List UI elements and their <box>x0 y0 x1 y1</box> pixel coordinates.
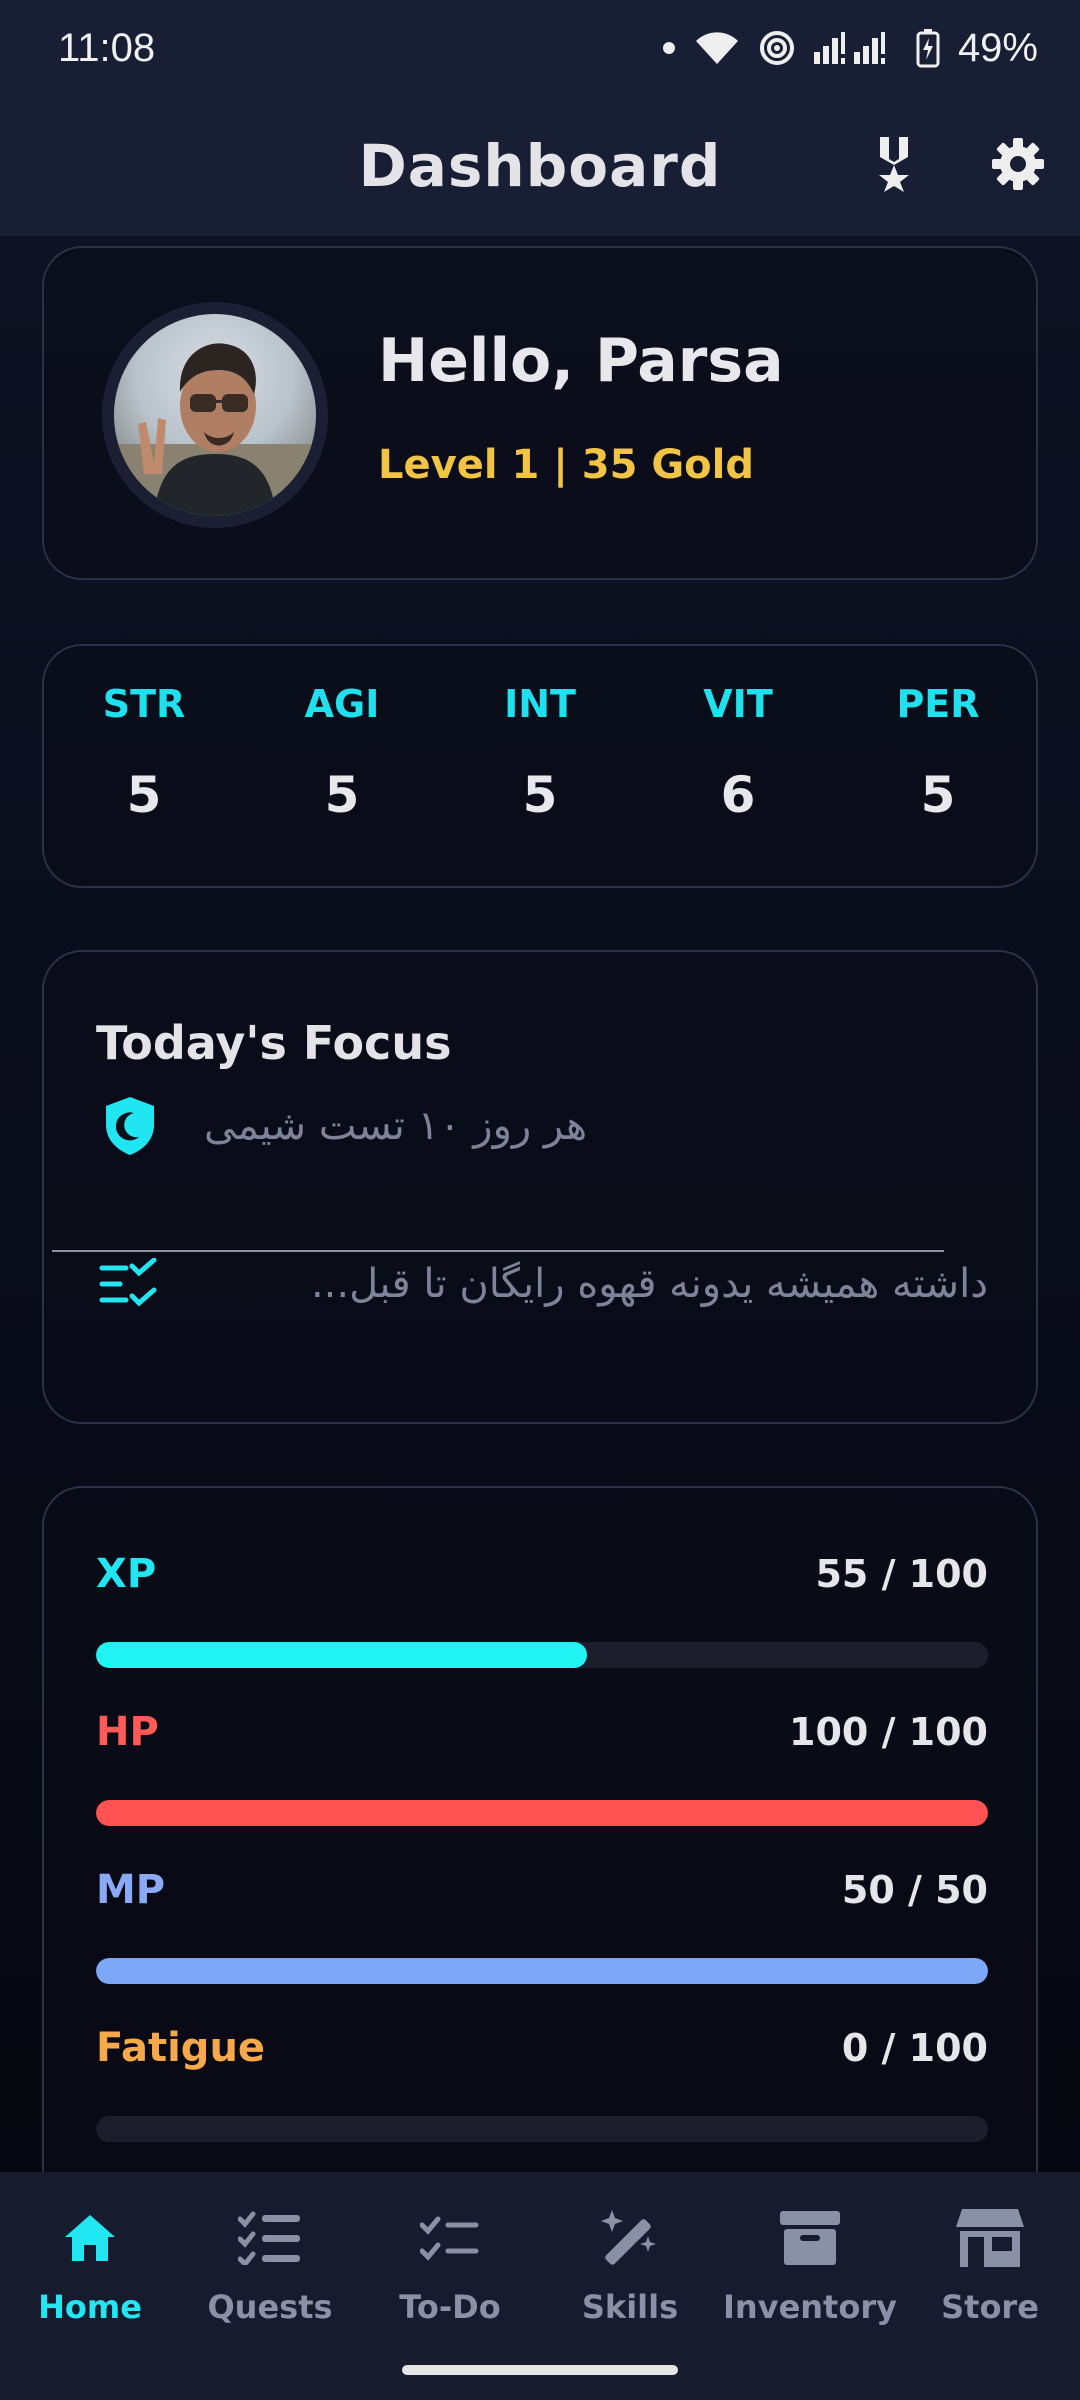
stat-value: 5 <box>920 766 956 824</box>
page-title: Dashboard <box>358 132 722 200</box>
mp-progress-bar <box>96 1958 988 1984</box>
stat-vit: VIT 6 <box>668 682 808 824</box>
checklist-icon <box>96 1250 164 1318</box>
nav-quests[interactable]: Quests <box>180 2198 360 2348</box>
notification-dot-icon <box>662 41 676 55</box>
xp-bar-group: XP 55 / 100 <box>96 1544 988 1668</box>
nav-store[interactable]: Store <box>900 2198 1080 2348</box>
bar-value: 55 / 100 <box>815 1552 988 1596</box>
vitals-card: XP 55 / 100 HP 100 / 100 MP 50 / 50 Fati… <box>42 1486 1038 2186</box>
nav-todo[interactable]: To-Do <box>360 2198 540 2348</box>
fatigue-bar-group: Fatigue 0 / 100 <box>96 2018 988 2142</box>
avatar-photo <box>114 314 316 516</box>
battery-icon <box>916 28 940 68</box>
home-indicator[interactable] <box>402 2365 678 2375</box>
stat-label: INT <box>504 682 576 726</box>
magic-wand-icon <box>590 2198 670 2278</box>
nav-inventory[interactable]: Inventory <box>720 2198 900 2348</box>
bar-fill <box>96 1642 587 1668</box>
todays-focus-card: Today's Focus هر روز ۱۰ تست شیمی داشته ه… <box>42 950 1038 1424</box>
quest-list-icon <box>230 2198 310 2278</box>
stat-str: STR 5 <box>74 682 214 824</box>
gear-icon <box>990 136 1046 196</box>
bar-value: 100 / 100 <box>789 1710 988 1754</box>
achievements-button[interactable] <box>858 130 930 202</box>
divider <box>52 1250 944 1252</box>
home-icon <box>50 2198 130 2278</box>
bar-value: 0 / 100 <box>841 2026 988 2070</box>
greeting-text: Hello, Parsa <box>378 326 784 396</box>
nav-label: Store <box>941 2288 1039 2326</box>
storefront-icon <box>950 2198 1030 2278</box>
stat-label: VIT <box>703 682 773 726</box>
battery-percent: 49% <box>957 25 1038 70</box>
mp-bar-group: MP 50 / 50 <box>96 1860 988 1984</box>
focus-item-text: داشته همیشه یدونه قهوه رایگان تا قبل... <box>310 1261 988 1307</box>
xp-progress-bar <box>96 1642 988 1668</box>
hp-bar-group: HP 100 / 100 <box>96 1702 988 1826</box>
todo-check-icon <box>410 2198 490 2278</box>
fatigue-progress-bar <box>96 2116 988 2142</box>
archive-box-icon <box>770 2198 850 2278</box>
focus-item-quest[interactable]: هر روز ۱۰ تست شیمی <box>96 1076 988 1176</box>
bar-label: XP <box>96 1551 157 1597</box>
nav-label: To-Do <box>399 2288 501 2326</box>
stat-label: AGI <box>304 682 380 726</box>
level-gold-text: Level 1 | 35 Gold <box>378 442 754 488</box>
stat-agi: AGI 5 <box>272 682 412 824</box>
avatar[interactable] <box>102 302 328 528</box>
medal-icon <box>874 135 914 197</box>
settings-button[interactable] <box>982 130 1054 202</box>
bar-fill <box>96 1800 988 1826</box>
hotspot-icon <box>758 29 796 67</box>
focus-item-todo[interactable]: داشته همیشه یدونه قهوه رایگان تا قبل... <box>96 1234 988 1334</box>
status-icons: 49% <box>662 26 1038 71</box>
attributes-card: STR 5 AGI 5 INT 5 VIT 6 PER 5 <box>42 644 1038 888</box>
profile-card[interactable]: Hello, Parsa Level 1 | 35 Gold <box>42 246 1038 580</box>
nav-home[interactable]: Home <box>0 2198 180 2348</box>
nav-label: Home <box>38 2288 142 2326</box>
app-bar: Dashboard <box>0 96 1080 236</box>
bar-value: 50 / 50 <box>841 1868 988 1912</box>
bar-label: HP <box>96 1709 159 1755</box>
stat-value: 6 <box>720 766 756 824</box>
bar-label: MP <box>96 1867 166 1913</box>
nav-label: Skills <box>581 2288 679 2326</box>
status-time: 11:08 <box>58 25 156 70</box>
nav-label: Quests <box>207 2288 333 2326</box>
signal-icon <box>813 30 898 66</box>
stat-value: 5 <box>522 766 558 824</box>
bar-fill <box>96 1958 988 1984</box>
stat-value: 5 <box>324 766 360 824</box>
hp-progress-bar <box>96 1800 988 1826</box>
stat-label: STR <box>102 682 186 726</box>
focus-item-text: هر روز ۱۰ تست شیمی <box>204 1103 588 1149</box>
shield-moon-icon <box>96 1092 164 1160</box>
wifi-icon <box>694 30 740 66</box>
stat-per: PER 5 <box>868 682 1008 824</box>
stat-value: 5 <box>126 766 162 824</box>
nav-label: Inventory <box>723 2288 897 2326</box>
stat-int: INT 5 <box>470 682 610 824</box>
status-bar: 11:08 49% <box>0 0 1080 96</box>
nav-skills[interactable]: Skills <box>540 2198 720 2348</box>
stat-label: PER <box>896 682 980 726</box>
bar-label: Fatigue <box>96 2025 266 2071</box>
focus-title: Today's Focus <box>96 1016 452 1070</box>
